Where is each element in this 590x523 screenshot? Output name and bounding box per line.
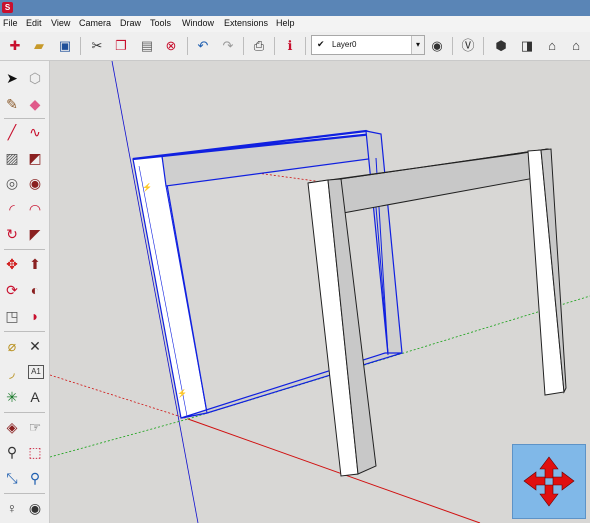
toolbar-separator [305,37,306,55]
svg-text:⚡: ⚡ [142,182,152,192]
3d-text-icon[interactable]: A [26,388,44,406]
freehand-icon[interactable]: ∿ [26,123,44,141]
second-frame-group[interactable] [307,148,567,477]
menu-help[interactable]: Help [276,18,295,28]
frame-left-post[interactable] [132,155,208,419]
layer-select[interactable]: ✔ Layer0 ▾ [311,35,425,55]
zoom-extents-icon[interactable]: ⤡ [3,469,21,487]
open-folder-icon[interactable]: ▰ [30,37,48,55]
layer-name: Layer0 [332,40,357,49]
layer-check-icon: ✔ [317,39,325,49]
three-point-arc-icon[interactable]: ↻ [3,225,21,243]
menu-view[interactable]: View [51,18,70,28]
menu-bar: File Edit View Camera Draw Tools Window … [0,16,590,32]
iso-view-icon[interactable]: ⬢ [492,37,510,55]
toolbar-separator [274,37,275,55]
title-bar: S [0,0,590,16]
axes-icon[interactable]: ✳ [3,388,21,406]
orbit-icon[interactable]: ◈ [3,418,21,436]
toolbar-separator [187,37,188,55]
cut-icon[interactable]: ✂ [88,37,106,55]
model-viewport[interactable]: ⚡ ⚡ [50,61,590,523]
protractor-icon[interactable]: ◞ [3,363,21,381]
red-axis-negative [50,374,189,420]
toolbar-separator [4,412,45,413]
pie-icon[interactable]: ◤ [26,225,44,243]
toolbar-separator [483,37,484,55]
copy-icon[interactable]: ❐ [112,37,130,55]
make-component-icon[interactable]: ⬡ [26,69,44,87]
undo-icon[interactable]: ↶ [194,37,212,55]
menu-edit[interactable]: Edit [26,18,42,28]
text-tool-icon[interactable]: A1 [28,365,44,379]
line-pencil-icon[interactable]: ╱ [3,123,21,141]
paint-bucket-icon[interactable]: ✎ [3,95,21,113]
top-view-icon[interactable]: ◨ [518,37,536,55]
main-toolbar: ✚ ▰ ▣ ✂ ❐ ▤ ⊗ ↶ ↷ ⎙ ℹ ◉ Ⓥ ⬢ ◨ ⌂ ⌂ [0,32,590,61]
position-camera-icon[interactable]: ♀ [3,499,21,517]
offset-icon[interactable]: ◗ [26,307,44,325]
frame-right-post[interactable] [365,130,403,356]
model-info-icon[interactable]: ℹ [281,37,299,55]
menu-window[interactable]: Window [182,18,214,28]
arc-icon[interactable]: ◜ [3,200,21,218]
move-icon[interactable]: ✥ [3,255,21,273]
follow-me-icon[interactable]: ◐ [26,281,44,299]
rectangle-icon[interactable]: ▨ [3,149,21,167]
rotate-icon[interactable]: ⟳ [3,281,21,299]
toolbar-separator [4,249,45,250]
erase-icon[interactable]: ⊗ [162,37,180,55]
layer-manager-icon[interactable]: ◉ [428,37,446,55]
rotated-rectangle-icon[interactable]: ◩ [26,149,44,167]
print-icon[interactable]: ⎙ [250,37,268,55]
redo-icon[interactable]: ↷ [219,37,237,55]
toolbar-separator [243,37,244,55]
select-arrow-icon[interactable]: ➤ [3,69,21,87]
look-around-icon[interactable]: ◉ [26,499,44,517]
eraser-icon[interactable]: ◆ [26,95,44,113]
menu-camera[interactable]: Camera [79,18,111,28]
model-canvas[interactable]: ⚡ ⚡ [50,61,590,523]
polygon-icon[interactable]: ◉ [26,174,44,192]
chevron-down-icon[interactable]: ▾ [411,36,424,54]
green-axis-negative [50,418,189,458]
dimension-icon[interactable]: ✕ [26,337,44,355]
new-model-icon[interactable]: ✚ [6,37,24,55]
front-view-icon[interactable]: ⌂ [543,37,561,55]
menu-draw[interactable]: Draw [120,18,141,28]
move-arrows-icon[interactable] [513,445,585,518]
red-axis [187,418,481,523]
menu-file[interactable]: File [3,18,18,28]
zoom-previous-icon[interactable]: ⚲ [26,469,44,487]
svg-text:⚡: ⚡ [177,388,187,398]
toolbar-separator [4,331,45,332]
pan-hand-icon[interactable]: ☞ [26,418,44,436]
paste-icon[interactable]: ▤ [138,37,156,55]
zoom-window-icon[interactable]: ⬚ [26,443,44,461]
scale-icon[interactable]: ◳ [3,307,21,325]
zoom-icon[interactable]: ⚲ [3,443,21,461]
push-pull-icon[interactable]: ⬆ [26,255,44,273]
sketchup-app-icon[interactable]: S [2,2,13,13]
toolbar-separator [4,118,45,119]
two-point-arc-icon[interactable]: ◠ [26,200,44,218]
toolbar-separator [4,493,45,494]
save-icon[interactable]: ▣ [56,37,74,55]
tape-measure-icon[interactable]: ⌀ [3,337,21,355]
menu-extensions[interactable]: Extensions [224,18,268,28]
circle-icon[interactable]: ◎ [3,174,21,192]
toolbar-separator [80,37,81,55]
extension-warehouse-icon[interactable]: Ⓥ [459,37,477,55]
toolbar-separator [452,37,453,55]
menu-tools[interactable]: Tools [150,18,171,28]
left-toolbar: ➤ ⬡ ✎ ◆ ╱ ∿ ▨ ◩ ◎ ◉ ◜ ◠ ↻ ◤ ✥ ⬆ ⟳ ◐ ◳ ◗ … [0,61,50,523]
move-navigation-widget[interactable] [512,444,586,519]
right-view-icon[interactable]: ⌂ [567,37,585,55]
